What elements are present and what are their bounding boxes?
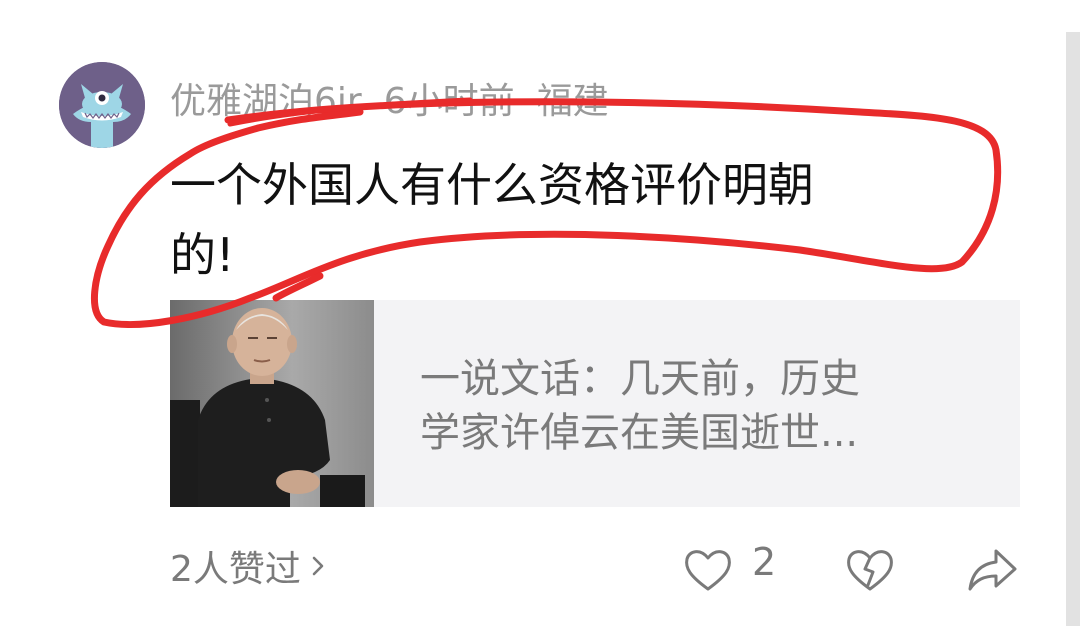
heart-icon	[685, 550, 731, 591]
comment-location: 福建	[536, 81, 609, 122]
likes-list-link[interactable]: 2人赞过	[170, 540, 329, 592]
monster-avatar-icon	[59, 62, 145, 148]
comment-text-line: 一个外国人有什么资格评价明朝	[170, 158, 814, 212]
article-summary-line: 学家许倬云在美国逝世...	[420, 410, 859, 456]
comment-meta: 优雅湖泊6ir 6小时前 福建	[170, 72, 631, 124]
comment-body: 一个外国人有什么资格评价明朝 的!	[170, 150, 950, 290]
likes-text: 2人赞过	[170, 549, 301, 590]
portrait-image	[170, 300, 374, 507]
comment-text-line: 的!	[170, 228, 235, 282]
share-arrow-icon	[968, 549, 1017, 591]
share-button[interactable]	[966, 545, 1020, 595]
like-count: 2	[752, 540, 777, 584]
user-avatar[interactable]	[59, 62, 145, 148]
like-button[interactable]	[682, 545, 734, 595]
article-summary: 一说文话：几天前，历史 学家许倬云在美国逝世...	[420, 352, 980, 460]
broken-heart-icon	[847, 550, 893, 591]
dislike-button[interactable]	[844, 545, 896, 595]
username[interactable]: 优雅湖泊6ir	[170, 81, 362, 122]
chevron-right-icon	[312, 556, 324, 576]
shared-article-card[interactable]: 一说文话：几天前，历史 学家许倬云在美国逝世...	[170, 300, 1020, 507]
comment-screen: 优雅湖泊6ir 6小时前 福建 一个外国人有什么资格评价明朝 的! 一说文话：几…	[0, 0, 1080, 626]
article-thumbnail	[170, 300, 374, 507]
article-summary-line: 一说文话：几天前，历史	[420, 356, 860, 402]
comment-time: 6小时前	[383, 81, 515, 122]
scrollbar[interactable]	[1066, 32, 1080, 626]
